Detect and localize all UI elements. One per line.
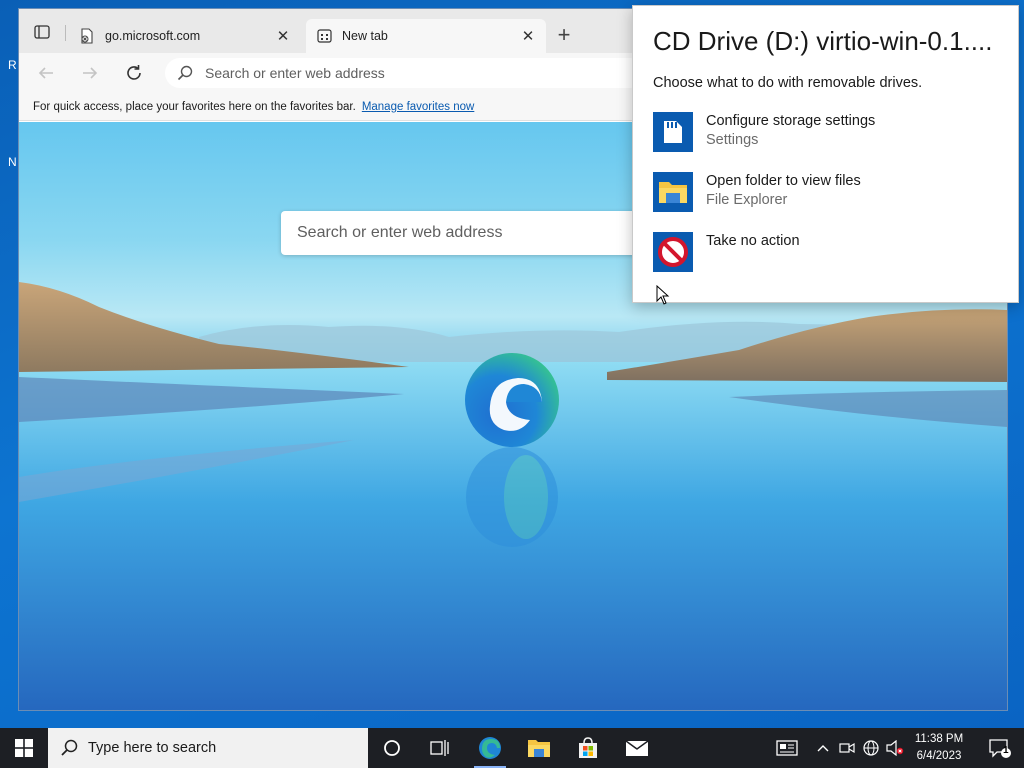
refresh-icon <box>127 65 141 80</box>
cortana-icon <box>384 740 400 756</box>
file-explorer-button[interactable] <box>515 728 563 768</box>
autoplay-title: CD Drive (D:) virtio-win-0.1.... <box>653 26 993 56</box>
taskbar-search-placeholder: Type here to search <box>88 740 217 756</box>
mail-button[interactable] <box>613 728 661 768</box>
address-bar[interactable]: Search or enter web address <box>165 58 645 88</box>
take-no-action-option[interactable]: Take no action <box>653 232 1003 276</box>
manage-favorites-link[interactable]: Manage favorites now <box>362 101 475 113</box>
search-icon <box>61 739 78 756</box>
autoplay-subtitle: Choose what to do with removable drives. <box>653 75 923 91</box>
close-tab-icon[interactable]: ✕ <box>275 28 291 45</box>
volume-muted-icon <box>886 740 904 756</box>
address-placeholder: Search or enter web address <box>205 65 385 81</box>
option-sublabel: File Explorer <box>706 192 788 208</box>
refresh-button[interactable] <box>121 61 147 85</box>
tab-actions-button[interactable] <box>27 21 57 43</box>
start-button[interactable] <box>0 728 48 768</box>
search-icon <box>177 65 193 81</box>
sd-card-icon <box>653 112 693 152</box>
edge-icon <box>479 737 501 759</box>
forward-button[interactable] <box>77 61 103 85</box>
windows-logo-icon <box>15 739 33 757</box>
tab-new-tab[interactable]: New tab ✕ <box>306 19 546 53</box>
store-icon <box>579 737 597 758</box>
tab-label: go.microsoft.com <box>105 29 201 43</box>
configure-storage-option[interactable]: Configure storage settings Settings <box>653 112 1003 156</box>
option-sublabel: Settings <box>706 132 759 148</box>
file-explorer-icon <box>528 740 550 757</box>
taskbar: Type here to search 11:38 PM 6/4/2023 1 <box>0 728 1024 768</box>
mouse-cursor-icon <box>656 285 670 305</box>
meet-now-button[interactable] <box>836 738 858 758</box>
news-icon <box>776 740 798 756</box>
option-label: Configure storage settings <box>706 113 876 129</box>
store-button[interactable] <box>564 728 612 768</box>
tab-label: New tab <box>342 29 388 43</box>
desktop-icon-fragment[interactable]: N <box>8 155 17 169</box>
autoplay-notification: CD Drive (D:) virtio-win-0.1.... Choose … <box>632 5 1019 303</box>
news-widget-button[interactable] <box>776 738 798 758</box>
page-error-icon <box>79 28 95 44</box>
edge-taskbar-button[interactable] <box>466 728 514 768</box>
meet-now-icon <box>839 742 855 754</box>
desktop-icon-fragment[interactable]: R <box>8 58 17 72</box>
tab-go-microsoft[interactable]: go.microsoft.com ✕ <box>69 19 301 53</box>
tab-actions-icon <box>34 25 50 39</box>
new-tab-button[interactable]: + <box>552 22 576 47</box>
cortana-button[interactable] <box>368 728 416 768</box>
option-label: Open folder to view files <box>706 173 861 189</box>
mail-icon <box>625 740 649 756</box>
option-label: Take no action <box>706 233 800 249</box>
edge-logo <box>465 353 559 447</box>
back-button[interactable] <box>33 61 59 85</box>
clock-date: 6/4/2023 <box>916 750 962 762</box>
close-tab-icon[interactable]: ✕ <box>520 28 536 45</box>
new-tab-icon <box>316 28 332 44</box>
tab-divider <box>65 25 66 41</box>
open-folder-option[interactable]: Open folder to view files File Explorer <box>653 172 1003 216</box>
new-tab-search-placeholder: Search or enter web address <box>297 224 503 241</box>
chevron-up-icon <box>817 745 829 752</box>
action-center-button[interactable]: 1 <box>980 728 1020 768</box>
clock-time: 11:38 PM <box>914 733 964 745</box>
network-globe-icon <box>863 740 879 756</box>
volume-button[interactable] <box>884 738 906 758</box>
favorites-bar-text: For quick access, place your favorites h… <box>33 100 356 113</box>
forward-arrow-icon <box>83 67 98 79</box>
no-action-icon <box>653 232 693 272</box>
notification-count-badge: 1 <box>1003 745 1009 756</box>
show-hidden-icons-button[interactable] <box>812 738 834 758</box>
task-view-icon <box>430 740 449 756</box>
folder-icon <box>653 172 693 212</box>
network-button[interactable] <box>860 738 882 758</box>
task-view-button[interactable] <box>416 728 464 768</box>
taskbar-search-box[interactable]: Type here to search <box>48 728 368 768</box>
back-arrow-icon <box>38 67 53 79</box>
system-clock[interactable]: 11:38 PM 6/4/2023 <box>906 731 972 765</box>
